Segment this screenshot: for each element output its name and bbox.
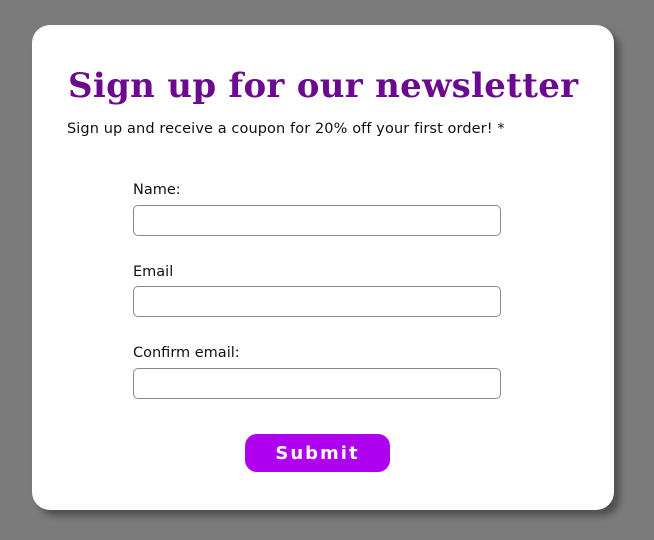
email-label: Email	[133, 264, 174, 280]
email-field[interactable]	[133, 286, 501, 317]
name-field[interactable]	[133, 205, 501, 236]
form-title: Sign up for our newsletter	[68, 66, 579, 106]
form-subtitle: Sign up and receive a coupon for 20% off…	[67, 121, 505, 137]
newsletter-signup-card: Sign up for our newsletter Sign up and r…	[32, 25, 614, 510]
confirm-email-label: Confirm email:	[133, 345, 240, 361]
confirm-email-field[interactable]	[133, 368, 501, 399]
name-label: Name:	[133, 182, 181, 198]
submit-button[interactable]: Submit	[245, 434, 390, 472]
